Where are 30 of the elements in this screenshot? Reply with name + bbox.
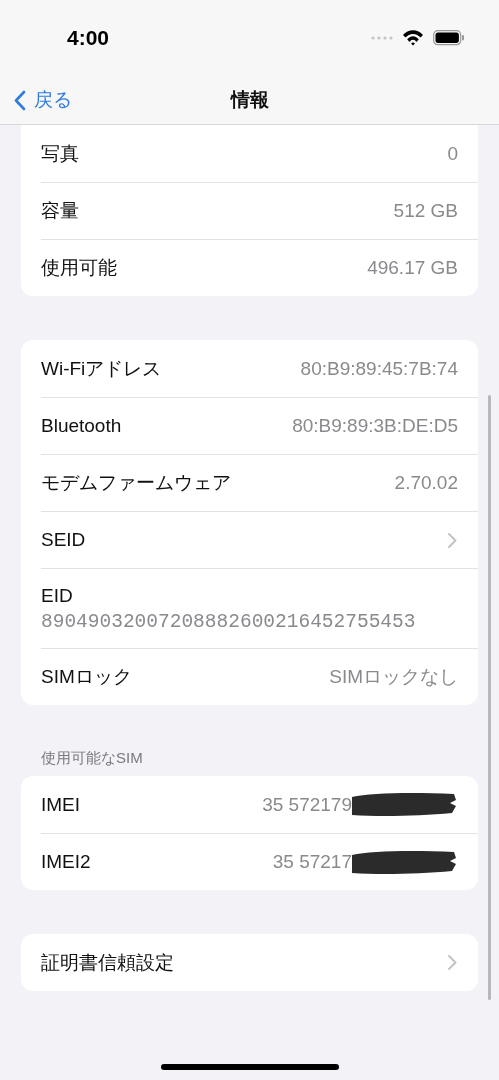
row-value: 80:B9:89:3B:DE:D5 bbox=[292, 415, 458, 437]
signal-icon bbox=[371, 34, 393, 41]
row-label: EID bbox=[41, 584, 73, 607]
row-value: 512 GB bbox=[393, 200, 458, 222]
chevron-right-icon bbox=[447, 954, 458, 971]
row-value: 2.70.02 bbox=[394, 472, 458, 494]
row-label: IMEI bbox=[41, 793, 81, 816]
status-time: 4:00 bbox=[67, 25, 110, 50]
row-value: 0 bbox=[447, 142, 458, 165]
section-header: 使用可能なSIM bbox=[41, 749, 144, 768]
wifi-icon bbox=[402, 29, 424, 46]
page-title: 情報 bbox=[230, 87, 269, 112]
row-label: Wi-Fiアドレス bbox=[41, 356, 162, 381]
row-label: 容量 bbox=[41, 199, 79, 223]
row-value: 35 57217 bbox=[272, 851, 352, 873]
row-label: SIMロック bbox=[41, 665, 132, 689]
back-button[interactable]: 戻る bbox=[12, 85, 74, 115]
row-label: IMEI2 bbox=[41, 851, 91, 873]
row-value: 35 572179 bbox=[262, 793, 352, 816]
row-value: 89049032007208882600216452755453 bbox=[41, 610, 416, 633]
row-value: 80:B9:89:45:7B:74 bbox=[300, 357, 458, 380]
battery-icon bbox=[433, 29, 465, 46]
row-label: 使用可能 bbox=[41, 256, 117, 280]
row-value: SIMロックなし bbox=[329, 665, 458, 689]
row-label: Bluetooth bbox=[41, 415, 122, 437]
row-label: 写真 bbox=[41, 141, 79, 166]
row-label: モデムファームウェア bbox=[41, 471, 231, 495]
row-value: 496.17 GB bbox=[367, 257, 458, 279]
chevron-right-icon bbox=[447, 531, 458, 549]
chevron-left-icon bbox=[14, 89, 26, 111]
